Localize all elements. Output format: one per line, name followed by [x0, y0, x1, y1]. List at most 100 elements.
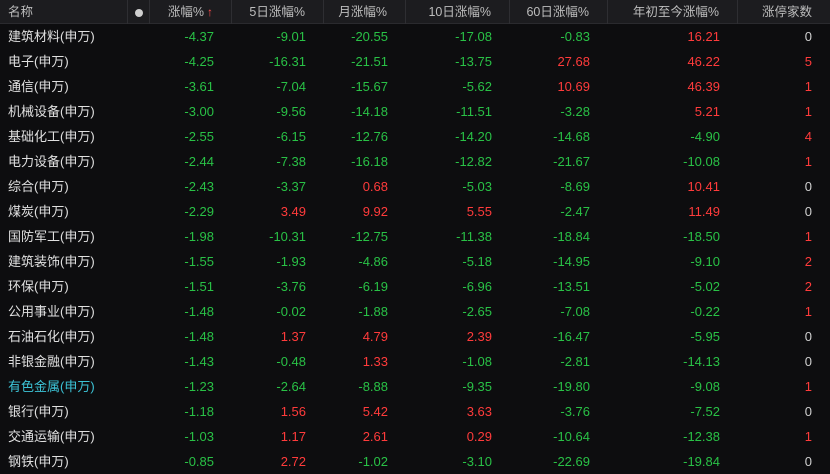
table-row[interactable]: 综合(申万) -2.43 -3.37 0.68 -5.03 -8.69 10.41 0 [0, 174, 830, 199]
cell-dot-spacer [128, 349, 150, 374]
cell-change-5d: -3.76 [276, 279, 306, 294]
cell-sector-name[interactable]: 银行(申万) [0, 399, 128, 424]
table-row[interactable]: 基础化工(申万) -2.55 -6.15 -12.76 -14.20 -14.68 -4.9… [0, 124, 830, 149]
cell-limit-up-count: 4 [804, 129, 812, 144]
cell-change-ytd: 46.22 [687, 54, 720, 69]
cell-change-ytd: -4.90 [690, 129, 720, 144]
cell-sector-name[interactable]: 建筑材料(申万) [0, 24, 128, 49]
table-row[interactable]: 交通运输(申万) -1.03 1.17 2.61 0.29 -10.64 -12.38 1 [0, 424, 830, 449]
cell-sector-name[interactable]: 钢铁(申万) [0, 449, 128, 474]
cell-change-60d: 27.68 [557, 54, 590, 69]
cell-change-5d: -1.93 [276, 254, 306, 269]
table-row[interactable]: 石油石化(申万) -1.48 1.37 4.79 2.39 -16.47 -5.95 0 [0, 324, 830, 349]
cell-limit-up-count: 0 [804, 404, 812, 419]
cell-dot-spacer [128, 274, 150, 299]
cell-sector-name[interactable]: 电力设备(申万) [0, 149, 128, 174]
cell-change-pct: -1.98 [184, 229, 214, 244]
table-row[interactable]: 煤炭(申万) -2.29 3.49 9.92 5.55 -2.47 11.49 0 [0, 199, 830, 224]
column-header-change-5d[interactable]: 5日涨幅% [232, 0, 324, 24]
cell-change-60d: -8.69 [560, 179, 590, 194]
cell-change-10d: -11.51 [456, 104, 492, 119]
cell-change-5d: -7.38 [276, 154, 306, 169]
cell-limit-up-count: 0 [804, 179, 812, 194]
table-row[interactable]: 通信(申万) -3.61 -7.04 -15.67 -5.62 10.69 46.39 1 [0, 74, 830, 99]
cell-change-ytd: -5.95 [690, 329, 720, 344]
cell-sector-name[interactable]: 基础化工(申万) [0, 124, 128, 149]
table-row[interactable]: 电力设备(申万) -2.44 -7.38 -16.18 -12.82 -21.67 -10.… [0, 149, 830, 174]
cell-change-5d: -16.31 [269, 54, 306, 69]
cell-change-5d: -10.31 [269, 229, 306, 244]
column-header-limit-up-count[interactable]: 涨停家数 [738, 0, 830, 24]
column-header-change-ytd[interactable]: 年初至今涨幅% [608, 0, 738, 24]
cell-change-month: 0.68 [362, 179, 388, 194]
cell-change-60d: -3.76 [560, 404, 590, 419]
cell-sector-name[interactable]: 公用事业(申万) [0, 299, 128, 324]
cell-change-ytd: -18.50 [683, 229, 720, 244]
cell-dot-spacer [128, 449, 150, 474]
column-header-change-10d[interactable]: 10日涨幅% [406, 0, 510, 24]
cell-sector-name[interactable]: 环保(申万) [0, 274, 128, 299]
cell-dot-spacer [128, 424, 150, 449]
cell-change-60d: -2.47 [560, 204, 590, 219]
cell-sector-name[interactable]: 非银金融(申万) [0, 349, 128, 374]
cell-sector-name[interactable]: 煤炭(申万) [0, 199, 128, 224]
cell-change-pct: -2.43 [184, 179, 214, 194]
column-header-change-pct[interactable]: 涨幅% ↑ [150, 0, 232, 24]
table-row[interactable]: 国防军工(申万) -1.98 -10.31 -12.75 -11.38 -18.84 -18… [0, 224, 830, 249]
cell-change-60d: -18.84 [553, 229, 590, 244]
cell-change-10d: -13.75 [455, 54, 492, 69]
cell-change-5d: -6.15 [276, 129, 306, 144]
cell-change-pct: -2.44 [184, 154, 214, 169]
cell-sector-name[interactable]: 有色金属(申万) [0, 374, 128, 399]
cell-change-month: 1.33 [362, 354, 388, 369]
cell-change-5d: 2.72 [280, 454, 306, 469]
table-row[interactable]: 机械设备(申万) -3.00 -9.56 -14.18 -11.51 -3.28 5.21 1 [0, 99, 830, 124]
cell-change-10d: 2.39 [466, 329, 492, 344]
cell-change-60d: -22.69 [553, 454, 590, 469]
cell-change-month: 5.42 [362, 404, 388, 419]
table-row[interactable]: 电子(申万) -4.25 -16.31 -21.51 -13.75 27.68 46.22 5 [0, 49, 830, 74]
cell-sector-name[interactable]: 国防军工(申万) [0, 224, 128, 249]
column-header-change-60d[interactable]: 60日涨幅% [510, 0, 608, 24]
column-header-dot[interactable] [128, 0, 150, 24]
table-row[interactable]: 有色金属(申万) -1.23 -2.64 -8.88 -9.35 -19.80 -9.08 1 [0, 374, 830, 399]
cell-change-5d: 3.49 [280, 204, 306, 219]
table-row[interactable]: 建筑材料(申万) -4.37 -9.01 -20.55 -17.08 -0.83 16.21… [0, 24, 830, 49]
cell-sector-name[interactable]: 交通运输(申万) [0, 424, 128, 449]
column-header-change-month[interactable]: 月涨幅% [324, 0, 406, 24]
cell-change-60d: -7.08 [560, 304, 590, 319]
cell-change-60d: -3.28 [560, 104, 590, 119]
cell-change-month: -16.18 [351, 154, 388, 169]
table-row[interactable]: 银行(申万) -1.18 1.56 5.42 3.63 -3.76 -7.52 0 [0, 399, 830, 424]
table-row[interactable]: 非银金融(申万) -1.43 -0.48 1.33 -1.08 -2.81 -14.13 0 [0, 349, 830, 374]
cell-change-ytd: -10.08 [683, 154, 720, 169]
cell-change-60d: -14.68 [553, 129, 590, 144]
cell-dot-spacer [128, 149, 150, 174]
cell-change-5d: 1.37 [280, 329, 306, 344]
cell-change-10d: -11.38 [456, 229, 492, 244]
cell-limit-up-count: 5 [804, 54, 812, 69]
cell-change-10d: -1.08 [462, 354, 492, 369]
cell-change-ytd: -19.84 [683, 454, 720, 469]
cell-change-60d: -10.64 [553, 429, 590, 444]
cell-sector-name[interactable]: 建筑装饰(申万) [0, 249, 128, 274]
cell-limit-up-count: 1 [804, 229, 812, 244]
cell-change-10d: -6.96 [462, 279, 492, 294]
cell-change-ytd: -0.22 [690, 304, 720, 319]
cell-sector-name[interactable]: 通信(申万) [0, 74, 128, 99]
column-header-name[interactable]: 名称 [0, 0, 128, 24]
table-row[interactable]: 建筑装饰(申万) -1.55 -1.93 -4.86 -5.18 -14.95 -9.10 2 [0, 249, 830, 274]
table-row[interactable]: 公用事业(申万) -1.48 -0.02 -1.88 -2.65 -7.08 -0.22 1 [0, 299, 830, 324]
table-row[interactable]: 环保(申万) -1.51 -3.76 -6.19 -6.96 -13.51 -5.02 2 [0, 274, 830, 299]
cell-change-5d: -0.48 [276, 354, 306, 369]
table-row[interactable]: 钢铁(申万) -0.85 2.72 -1.02 -3.10 -22.69 -19.84 0 [0, 449, 830, 474]
cell-change-pct: -1.48 [184, 304, 214, 319]
cell-limit-up-count: 1 [804, 79, 812, 94]
cell-limit-up-count: 0 [804, 329, 812, 344]
cell-sector-name[interactable]: 机械设备(申万) [0, 99, 128, 124]
cell-sector-name[interactable]: 石油石化(申万) [0, 324, 128, 349]
cell-change-60d: -0.83 [560, 29, 590, 44]
cell-sector-name[interactable]: 电子(申万) [0, 49, 128, 74]
cell-sector-name[interactable]: 综合(申万) [0, 174, 128, 199]
cell-change-month: -14.18 [351, 104, 388, 119]
